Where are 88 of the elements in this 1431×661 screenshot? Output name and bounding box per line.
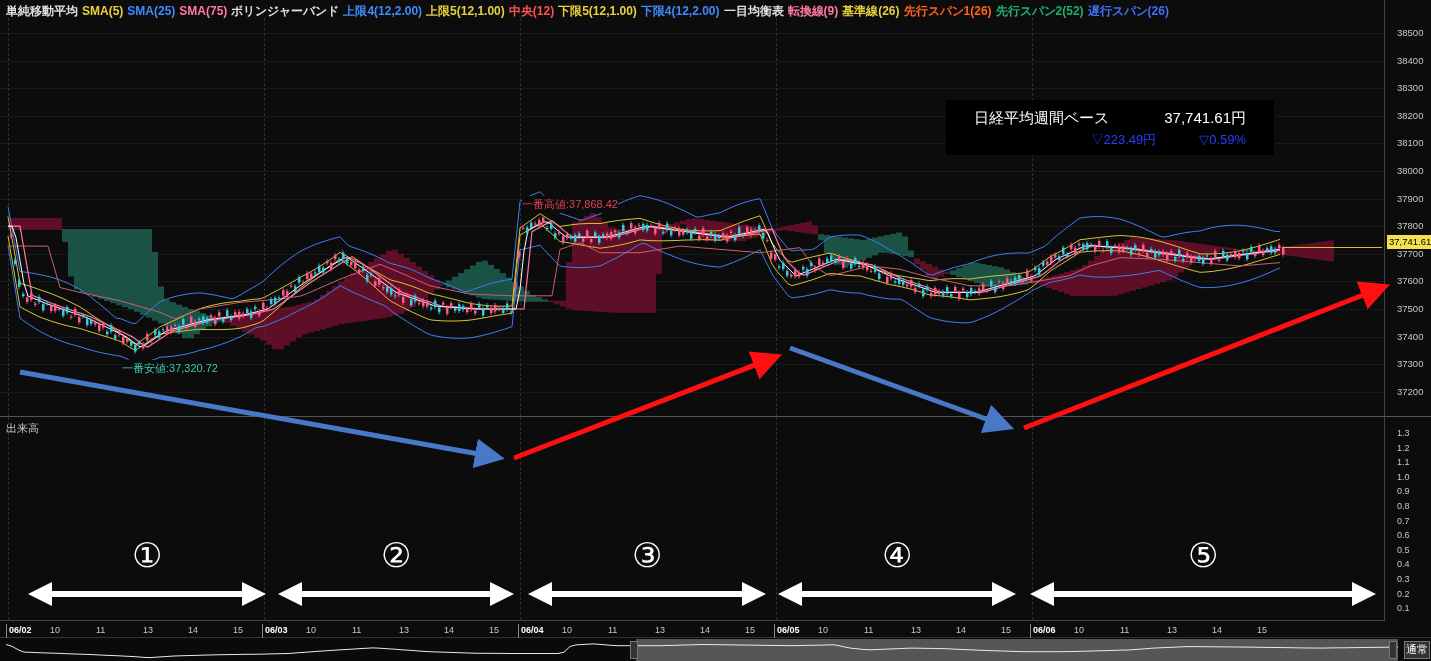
time-axis-label: 11 — [1120, 624, 1130, 637]
volume-axis-label: 0.9 — [1397, 485, 1410, 499]
time-axis-label: 06/03 — [262, 624, 288, 638]
legend-label: 基準線(26) — [842, 3, 900, 20]
legend-label: 転換線(9) — [787, 3, 839, 20]
time-axis-label: 15 — [233, 624, 243, 637]
volume-axis-label: 1.2 — [1397, 441, 1410, 455]
range-handle[interactable] — [630, 640, 638, 659]
time-axis-label: 10 — [306, 624, 316, 637]
section-number: ① — [132, 538, 162, 572]
price-annotation: 一番安値:37,320.72 — [122, 360, 218, 377]
price-axis-label: 38100 — [1397, 136, 1424, 151]
price-axis-label: 38300 — [1397, 81, 1424, 96]
price-axis-label: 37300 — [1397, 357, 1424, 372]
price-axis-label: 38500 — [1397, 26, 1424, 40]
legend-label: 中央(12) — [508, 3, 555, 20]
volume-axis-label: 0.1 — [1397, 602, 1410, 616]
time-axis-label: 11 — [608, 624, 618, 637]
price-axis-label: 38000 — [1397, 164, 1424, 178]
time-axis-label: 14 — [1212, 624, 1222, 637]
quote-price: 37,741.61円 — [1164, 108, 1246, 128]
volume-axis-label: 0.2 — [1397, 587, 1410, 601]
volume-axis-label: 0.4 — [1397, 558, 1410, 572]
time-axis-label: 13 — [143, 624, 153, 637]
time-axis-label: 11 — [352, 624, 362, 637]
volume-axis-label: 0.7 — [1397, 514, 1410, 528]
time-axis-label: 13 — [1167, 624, 1177, 637]
time-axis-label: 10 — [818, 624, 828, 637]
quote-change: ▽223.49円 — [1089, 130, 1157, 149]
time-axis-label: 13 — [399, 624, 409, 637]
time-axis-label: 10 — [562, 624, 572, 637]
volume-pane-title: 出来高 — [6, 421, 39, 436]
time-axis-label: 10 — [1074, 624, 1084, 637]
legend-label: 一目均衡表 — [723, 3, 784, 20]
time-axis-label: 06/02 — [6, 624, 32, 638]
volume-axis-label: 0.3 — [1397, 573, 1410, 586]
current-price-tag: 37,741.61 — [1387, 235, 1431, 250]
price-axis-label: 38200 — [1397, 108, 1424, 123]
volume-axis-label: 0.5 — [1397, 543, 1410, 557]
time-axis-label: 11 — [96, 624, 106, 637]
volume-axis-label: 1.1 — [1397, 456, 1410, 470]
price-axis-label: 37400 — [1397, 329, 1424, 344]
section-number: ⑤ — [1188, 538, 1218, 572]
volume-axis-label: 0.8 — [1397, 500, 1410, 513]
legend-label: 先行スパン1(26) — [903, 3, 992, 20]
price-axis-label: 38400 — [1397, 53, 1424, 68]
price-axis-label: 37600 — [1397, 274, 1424, 289]
section-number: ② — [381, 538, 411, 572]
time-axis-label: 14 — [956, 624, 966, 637]
time-axis-label: 06/05 — [774, 624, 800, 638]
time-axis-label: 14 — [444, 624, 454, 637]
legend-label: 遅行スパン(26) — [1087, 3, 1169, 20]
legend-label: 先行スパン2(52) — [995, 3, 1084, 20]
range-handle[interactable] — [1389, 640, 1397, 659]
price-axis-label: 37500 — [1397, 302, 1424, 316]
time-axis-label: 06/06 — [1030, 624, 1056, 638]
quote-title: 日経平均週間ベース — [974, 108, 1110, 128]
legend-label: SMA(75) — [179, 3, 228, 20]
time-axis-label: 14 — [700, 624, 710, 637]
time-axis-label: 11 — [864, 624, 874, 637]
legend-label: ボリンジャーバンド — [231, 3, 340, 20]
legend-label: 単純移動平均 — [6, 3, 78, 20]
section-number: ③ — [632, 538, 662, 572]
volume-axis-label: 0.6 — [1397, 529, 1410, 543]
price-annotation: 一番高値:37,868.42 — [522, 196, 618, 213]
volume-axis-label: 1.3 — [1397, 427, 1410, 440]
legend-label: SMA(25) — [127, 3, 176, 20]
time-axis-label: 13 — [655, 624, 665, 637]
time-axis-label: 10 — [50, 624, 60, 637]
time-axis-label: 13 — [911, 624, 921, 637]
legend-label: 上限4(12,2.00) — [343, 3, 423, 20]
time-axis-label: 15 — [489, 624, 499, 637]
price-axis-label: 37800 — [1397, 219, 1424, 234]
time-axis-label: 14 — [188, 624, 198, 637]
time-axis-label: 06/04 — [518, 624, 544, 638]
legend-label: SMA(5) — [82, 3, 124, 20]
price-axis-label: 37900 — [1397, 191, 1424, 206]
quote-change-percent: ▽0.59% — [1198, 130, 1246, 149]
time-axis-label: 15 — [1257, 624, 1267, 637]
volume-axis-label: 1.0 — [1397, 470, 1410, 484]
time-axis-label: 15 — [745, 624, 755, 637]
legend-label: 下限4(12,2.00) — [640, 3, 720, 20]
legend-label: 下限5(12,1.00) — [558, 3, 637, 20]
legend-label: 上限5(12,1.00) — [426, 3, 505, 20]
section-number: ④ — [882, 538, 912, 572]
time-axis-label: 15 — [1001, 624, 1011, 637]
price-axis-label: 37200 — [1397, 384, 1424, 399]
mode-button[interactable]: 通常 — [1404, 640, 1430, 659]
